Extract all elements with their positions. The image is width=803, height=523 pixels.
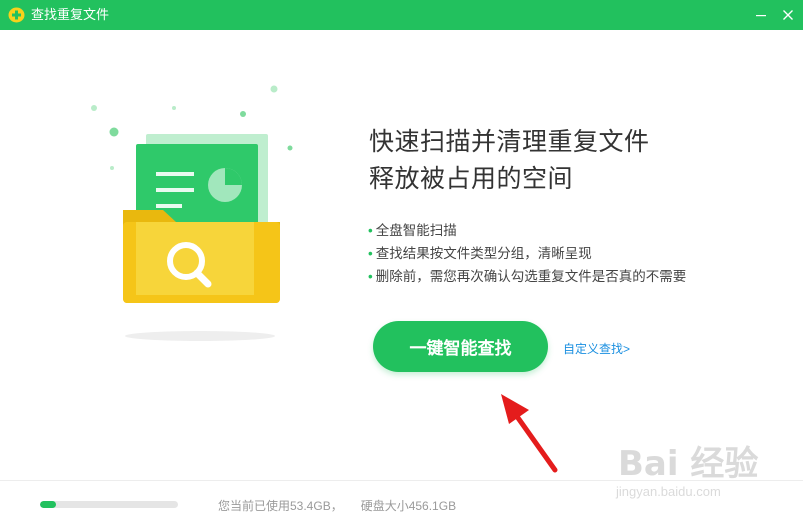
watermark-brand: Bai 经验 [618, 444, 759, 484]
disk-info: 您当前已使用53.4GB， 硬盘大小456.1GB [218, 497, 456, 514]
minimize-icon [756, 15, 766, 17]
feature-item: • 查找结果按文件类型分组，清晰呈现 [368, 242, 686, 265]
disk-size-text: 硬盘大小456.1GB [360, 499, 457, 513]
minimize-button[interactable] [746, 0, 776, 30]
bullet-icon: • [368, 223, 373, 238]
feature-list: • 全盘智能扫描 • 查找结果按文件类型分组，清晰呈现 • 删除前，需您再次确认勾选重… [368, 219, 686, 288]
headline-line-1: 快速扫描并清理重复文件 [369, 128, 650, 156]
disk-used-text: 您当前已使用53.4GB， [218, 499, 343, 513]
close-icon [783, 10, 793, 20]
headline: 快速扫描并清理重复文件 释放被占用的空间 [369, 124, 650, 198]
feature-text: 查找结果按文件类型分组，清晰呈现 [375, 246, 592, 261]
red-arrow-annotation [501, 394, 558, 473]
disk-usage-fill [40, 501, 57, 508]
title-bar: 查找重复文件 [0, 0, 803, 30]
bullet-icon: • [368, 269, 373, 284]
feature-item: • 删除前，需您再次确认勾选重复文件是否真的不需要 [368, 265, 686, 288]
bullet-icon: • [368, 246, 373, 261]
window-title: 查找重复文件 [31, 7, 110, 22]
feature-text: 全盘智能扫描 [375, 223, 457, 238]
watermark-url: jingyan.baidu.com [616, 484, 721, 499]
headline-line-2: 释放被占用的空间 [369, 165, 574, 193]
app-logo-icon [8, 7, 25, 23]
folder-search-illustration [91, 85, 293, 341]
feature-item: • 全盘智能扫描 [368, 219, 686, 242]
disk-usage-bar [40, 501, 178, 508]
feature-text: 删除前，需您再次确认勾选重复文件是否真的不需要 [375, 269, 687, 284]
custom-search-link[interactable]: 自定义查找> [563, 340, 630, 357]
smart-scan-button[interactable]: 一键智能查找 [373, 321, 548, 372]
baidu-watermark: Bai 经验 jingyan.baidu.com [608, 436, 798, 516]
close-button[interactable] [773, 0, 803, 30]
